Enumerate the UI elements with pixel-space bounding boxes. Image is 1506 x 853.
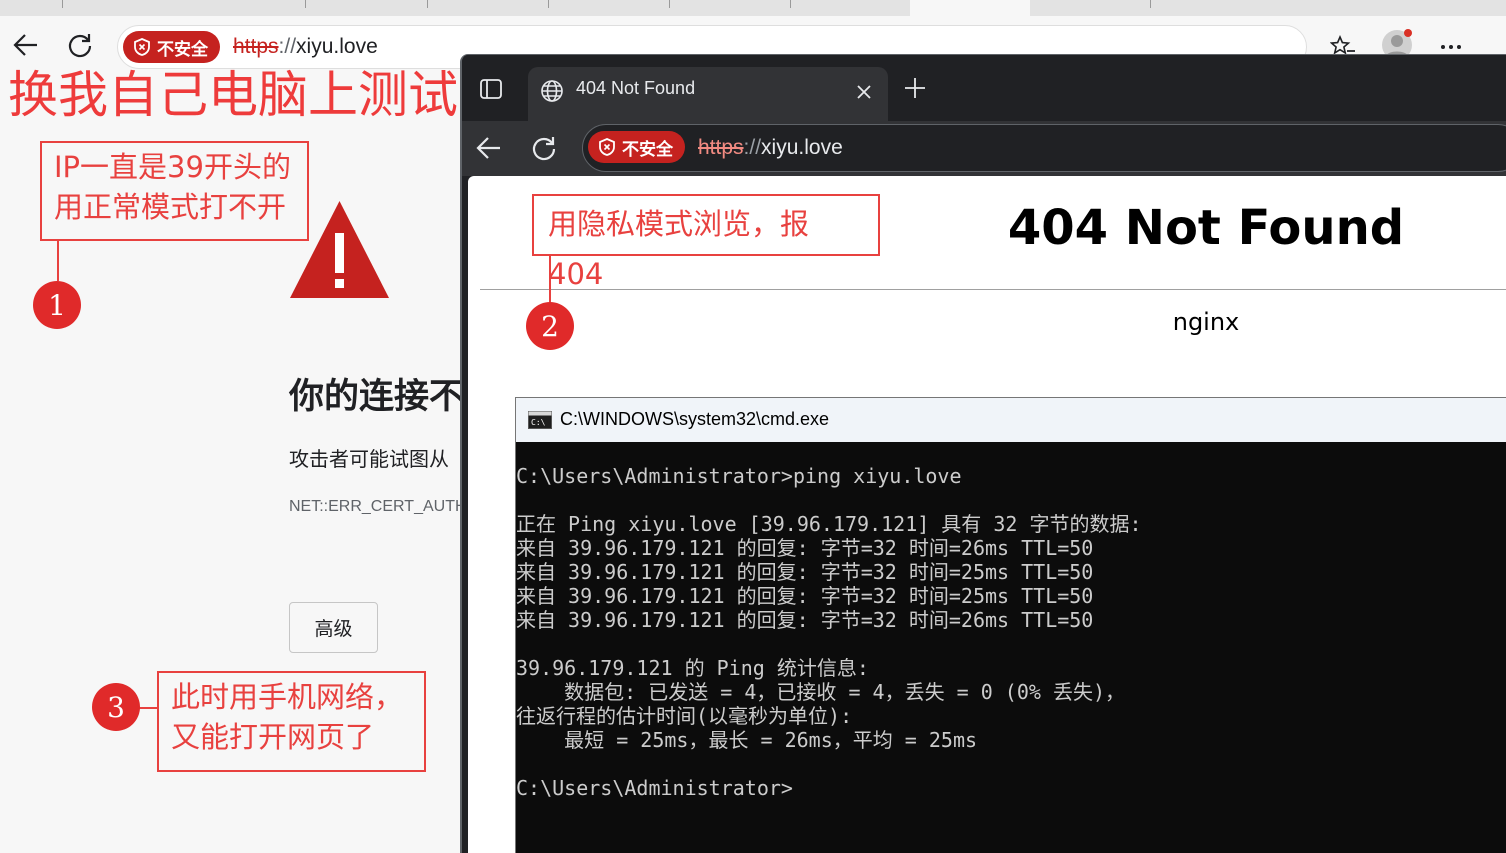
reload-button[interactable]	[527, 131, 561, 165]
back-button[interactable]	[472, 131, 506, 165]
connector-line	[139, 707, 157, 709]
callout-3-line-2: 又能打开网页了	[171, 720, 375, 754]
not-secure-badge[interactable]: 不安全	[588, 131, 685, 163]
cmd-window[interactable]: C:\ C:\WINDOWS\system32\cmd.exe C:\Users…	[515, 397, 1506, 853]
divider	[480, 289, 1506, 290]
close-icon[interactable]	[855, 83, 873, 101]
cmd-line	[516, 752, 1506, 776]
tab-separator	[790, 0, 791, 8]
callout-1-line-1: IP一直是39开头的	[54, 150, 291, 184]
connector-line	[549, 256, 551, 302]
private-toolbar: 不安全 https://xiyu.love	[462, 121, 1506, 176]
cmd-line: C:\Users\Administrator>	[516, 776, 793, 800]
advanced-button[interactable]: 高级	[289, 602, 378, 653]
url-text: https://xiyu.love	[698, 136, 843, 160]
tab-title: 404 Not Found	[576, 78, 696, 98]
tab-separator	[548, 0, 549, 8]
annotation-headline: 换我自己电脑上测试	[8, 66, 458, 124]
callout-1: IP一直是39开头的 用正常模式打不开	[40, 141, 309, 241]
marker-1: 1	[33, 281, 81, 329]
tab-404-not-found[interactable]: 404 Not Found	[528, 67, 888, 121]
cmd-line: 来自 39.96.179.121 的回复: 字节=32 时间=26ms TTL=…	[516, 608, 1094, 632]
url-scheme: https	[698, 136, 744, 159]
callout-3: 此时用手机网络， 又能打开网页了	[157, 671, 426, 772]
callout-1-line-2: 用正常模式打不开	[54, 190, 287, 224]
not-secure-label: 不安全	[622, 139, 673, 160]
cmd-line: 来自 39.96.179.121 的回复: 字节=32 时间=25ms TTL=…	[516, 560, 1094, 584]
url-separator: ://	[743, 136, 762, 159]
tab-separator	[1150, 0, 1151, 8]
cmd-line: C:\Users\Administrator>ping xiyu.love	[516, 464, 962, 488]
callout-3-line-1: 此时用手机网络，	[171, 680, 404, 714]
arrow-left-icon	[476, 137, 500, 159]
globe-icon	[541, 80, 563, 102]
url-host: xiyu.love	[761, 136, 843, 159]
cmd-line: 来自 39.96.179.121 的回复: 字节=32 时间=26ms TTL=…	[516, 536, 1094, 560]
cmd-title: C:\WINDOWS\system32\cmd.exe	[560, 409, 830, 429]
cmd-output[interactable]: C:\Users\Administrator>ping xiyu.love 正在 …	[516, 464, 1506, 800]
tab-separator	[669, 0, 670, 8]
server-name: nginx	[1172, 308, 1240, 336]
tab-actions-button[interactable]	[474, 72, 508, 106]
cmd-app-icon: C:\	[528, 411, 552, 429]
svg-text:C:\: C:\	[531, 418, 546, 427]
cmd-line: 39.96.179.121 的 Ping 统计信息:	[516, 656, 869, 680]
warning-title: 你的连接不	[289, 377, 462, 417]
reload-icon	[532, 137, 556, 161]
active-tab[interactable]	[910, 0, 1030, 16]
cmd-line: 数据包: 已发送 = 4，已接收 = 4，丢失 = 0 (0% 丢失)，	[516, 680, 1125, 704]
tab-actions-icon	[480, 79, 502, 99]
cmd-line: 往返行程的估计时间(以毫秒为单位):	[516, 704, 853, 728]
address-bar[interactable]: 不安全 https://xiyu.love	[582, 124, 1506, 172]
cmd-line	[516, 488, 1506, 512]
cmd-line: 最短 = 25ms，最长 = 26ms，平均 = 25ms	[516, 728, 978, 752]
warning-description: 攻击者可能试图从	[289, 447, 449, 471]
cmd-line	[516, 632, 1506, 656]
cmd-line: 正在 Ping xiyu.love [39.96.179.121] 具有 32 …	[516, 512, 1142, 536]
callout-2: 用隐私模式浏览，报404	[532, 194, 880, 291]
private-tab-strip: 404 Not Found	[462, 55, 1506, 121]
marker-3: 3	[92, 683, 140, 731]
cmd-title-bar[interactable]: C:\ C:\WINDOWS\system32\cmd.exe	[516, 398, 1506, 442]
plus-icon	[905, 78, 925, 98]
cmd-line: 来自 39.96.179.121 的回复: 字节=32 时间=25ms TTL=…	[516, 584, 1094, 608]
marker-2: 2	[526, 302, 574, 350]
error-code[interactable]: NET::ERR_CERT_AUTH	[289, 498, 462, 516]
shield-warning-icon	[599, 138, 615, 156]
new-tab-button[interactable]	[898, 71, 932, 105]
connector-line	[57, 241, 59, 281]
